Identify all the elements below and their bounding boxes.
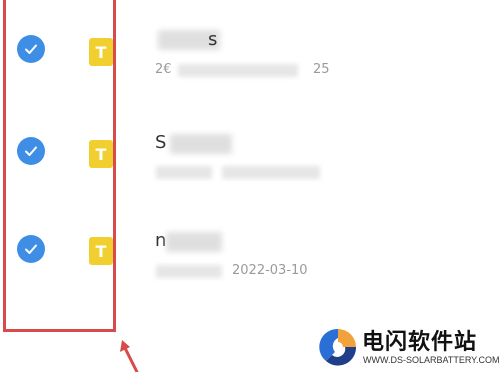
file-name: S — [155, 132, 167, 153]
file-name: s — [208, 29, 218, 50]
file-selection-screen: T s 2€ 25 T S T n 2022-03-10 电闪软件站 WWW.D… — [0, 0, 500, 372]
file-meta-redacted — [156, 166, 212, 179]
file-name-redacted — [170, 134, 232, 154]
file-meta-end: 25 — [313, 62, 330, 77]
highlight-frame — [3, 0, 116, 332]
file-name: n — [155, 230, 167, 251]
annotation-arrow-icon — [120, 340, 139, 372]
watermark-title: 电闪软件站 — [362, 330, 478, 355]
file-meta-redacted — [156, 265, 222, 278]
file-meta-redacted — [222, 166, 320, 179]
watermark: 电闪软件站 WWW.DS-SOLARBATTERY.COM — [315, 324, 500, 372]
file-date: 2022-03-10 — [232, 263, 308, 278]
file-meta-start: 2€ — [155, 62, 172, 77]
file-meta-redacted — [178, 64, 298, 77]
file-name-redacted — [166, 232, 222, 252]
watermark-url: WWW.DS-SOLARBATTERY.COM — [363, 355, 500, 365]
site-logo-icon — [319, 328, 357, 366]
